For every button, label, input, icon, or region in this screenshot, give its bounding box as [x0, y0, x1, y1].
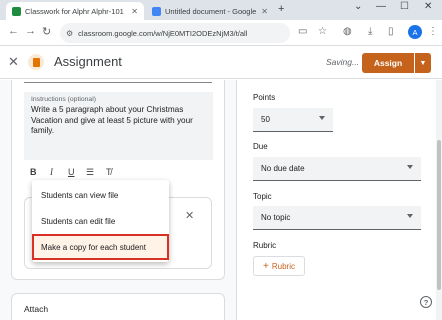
- download-icon[interactable]: ⤓: [368, 26, 372, 37]
- assign-button[interactable]: Assign: [362, 53, 414, 73]
- menu-item-make-copy[interactable]: Make a copy for each student: [32, 234, 169, 260]
- forward-icon[interactable]: →: [25, 25, 36, 37]
- attach-heading: Attach: [24, 304, 49, 314]
- browser-tab-strip: Classwork for Alphr Alphr-101 ✕ Untitled…: [0, 0, 442, 20]
- side-panel-icon[interactable]: ▯: [388, 26, 394, 37]
- menu-item-view-file[interactable]: Students can view file: [32, 182, 169, 208]
- address-bar[interactable]: ⚙ classroom.google.com/w/NjE0MTI2ODEzNjM…: [60, 23, 290, 43]
- tab-untitled-document[interactable]: Untitled document - Google D ✕: [146, 2, 274, 20]
- help-icon[interactable]: ?: [420, 296, 432, 308]
- screen-cast-icon[interactable]: ▭: [298, 26, 307, 37]
- rubric-button-label: Rubric: [271, 261, 295, 271]
- menu-item-edit-file[interactable]: Students can edit file: [32, 208, 169, 234]
- maximize-icon[interactable]: ☐: [400, 1, 409, 12]
- bookmark-star-icon[interactable]: ☆: [318, 26, 327, 37]
- tab-classwork[interactable]: Classwork for Alphr Alphr-101 ✕: [6, 2, 144, 20]
- site-info-icon[interactable]: ⚙: [66, 29, 73, 38]
- profile-avatar[interactable]: A: [408, 25, 422, 39]
- classroom-favicon-icon: [12, 6, 21, 16]
- instructions-label: Instructions (optional): [31, 96, 96, 103]
- italic-icon[interactable]: I: [50, 167, 53, 177]
- due-label: Due: [253, 142, 268, 151]
- title-field-underline: [24, 82, 212, 83]
- close-icon[interactable]: ✕: [8, 54, 19, 70]
- remove-attachment-icon[interactable]: ✕: [185, 209, 194, 222]
- tab-title: Untitled document - Google D: [165, 6, 258, 16]
- rubric-label: Rubric: [253, 241, 277, 250]
- scrollbar[interactable]: [436, 80, 442, 320]
- extension-icon[interactable]: ◍: [343, 26, 352, 37]
- due-select[interactable]: No due date: [253, 157, 421, 181]
- close-tab-icon[interactable]: ✕: [261, 7, 268, 16]
- back-icon[interactable]: ←: [8, 25, 19, 37]
- instructions-field[interactable]: Instructions (optional) Write a 5 paragr…: [24, 92, 213, 160]
- browser-toolbar: ← → ↻ ⚙ classroom.google.com/w/NjE0MTI2O…: [0, 20, 442, 46]
- minimize-icon[interactable]: —: [376, 1, 386, 12]
- due-value: No due date: [261, 164, 305, 173]
- bulleted-list-icon[interactable]: ☰: [86, 167, 94, 178]
- chevron-down-icon: [407, 165, 413, 169]
- window-close-icon[interactable]: ✕: [424, 1, 432, 12]
- scrollbar-thumb[interactable]: [437, 140, 441, 290]
- page-title: Assignment: [54, 54, 122, 69]
- chevron-down-icon: [407, 214, 413, 218]
- saving-status: Saving...: [326, 57, 360, 67]
- clear-formatting-icon[interactable]: T̸: [106, 167, 112, 177]
- more-menu-icon[interactable]: ⋮: [428, 26, 438, 37]
- points-value: 50: [261, 115, 270, 124]
- share-options-menu: Students can view file Students can edit…: [32, 180, 169, 262]
- assignment-icon: [28, 54, 44, 70]
- points-select[interactable]: 50: [253, 108, 333, 132]
- topic-value: No topic: [261, 213, 291, 222]
- new-tab-button[interactable]: +: [278, 3, 284, 15]
- topic-label: Topic: [253, 192, 272, 201]
- plus-icon: +: [263, 260, 269, 272]
- tab-title: Classwork for Alphr Alphr-101: [25, 6, 124, 16]
- assign-options-chevron-down-icon[interactable]: ▼: [415, 53, 431, 73]
- close-tab-icon[interactable]: ✕: [131, 7, 138, 16]
- add-rubric-button[interactable]: + Rubric: [253, 256, 305, 276]
- chevron-down-icon: [319, 116, 325, 120]
- url-text: classroom.google.com/w/NjE0MTI2ODEzNjM3/…: [78, 28, 248, 38]
- reload-icon[interactable]: ↻: [42, 25, 51, 38]
- points-label: Points: [253, 93, 276, 102]
- bold-icon[interactable]: B: [30, 167, 37, 177]
- instructions-text: Write a 5 paragraph about your Christmas…: [31, 105, 193, 135]
- tab-search-icon[interactable]: ⌄: [354, 1, 362, 12]
- docs-favicon-icon: [152, 6, 161, 16]
- topic-select[interactable]: No topic: [253, 206, 421, 230]
- underline-icon[interactable]: U: [68, 167, 75, 177]
- assignment-header: ✕ Assignment Saving... Assign ▼: [0, 47, 442, 79]
